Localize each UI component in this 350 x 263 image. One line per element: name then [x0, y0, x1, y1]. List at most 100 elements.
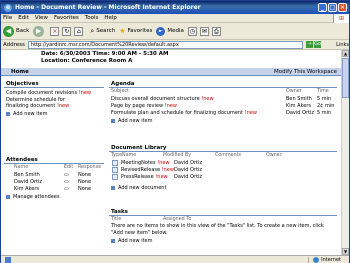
menu-edit[interactable]: Edit	[18, 15, 29, 21]
favorites-label: Favorites	[127, 28, 153, 34]
new-flag: !new	[157, 159, 170, 166]
manage-attendees-link[interactable]: Manage attendees	[4, 193, 104, 200]
objectives-title: Objectives	[4, 80, 104, 88]
objectives-part: Objectives Compile document revisions !n…	[4, 80, 104, 117]
stop-button[interactable]: ×	[50, 26, 60, 36]
menu-help[interactable]: Help	[104, 15, 117, 21]
tasks-part: Tasks Title Assigned To There are no ite…	[109, 208, 337, 244]
new-flag: !new	[244, 109, 257, 116]
go-arrow-icon: →	[306, 41, 314, 48]
add-agenda-item-link[interactable]: Add new item	[109, 117, 337, 124]
history-icon[interactable]: ◷	[187, 26, 197, 36]
zone-indicator: Internet	[308, 256, 349, 263]
attendee-row: David Ortiz ▭ None	[14, 178, 92, 185]
favorites-button[interactable]: ★ Favorites	[119, 27, 152, 35]
scroll-up-icon[interactable]: ▲	[342, 50, 349, 57]
forward-button[interactable]: ▶	[33, 25, 46, 37]
minimize-button[interactable]: _	[318, 3, 327, 12]
address-input[interactable]: http://yardinrc.msr.com/Document%20Revie…	[27, 40, 304, 49]
new-flag: !new	[155, 173, 168, 180]
word-document-icon	[112, 173, 118, 180]
attendee-row: Ben Smith ▭ None	[14, 171, 92, 178]
agenda-row: Discuss overall document structure !new …	[111, 95, 332, 102]
meeting-date: Date: 6/30/2003 Time: 9:00 AM - 5:30 AM	[41, 51, 169, 57]
agenda-header: Subject Owner Time	[111, 89, 329, 94]
windows-flag-icon: ⊞	[333, 14, 349, 23]
status-bar: Internet	[1, 255, 349, 263]
modify-workspace-link[interactable]: Modify This Workspace	[274, 69, 337, 75]
agenda-part: Agenda Subject Owner Time Discuss overal…	[109, 80, 337, 124]
tasks-empty-message: There are no items to show in this view …	[111, 223, 324, 236]
scroll-down-icon[interactable]: ▼	[342, 248, 349, 255]
word-document-icon	[112, 159, 118, 166]
print-icon[interactable]: ⎙	[211, 26, 221, 36]
address-bar: Address http://yardinrc.msr.com/Document…	[1, 40, 349, 50]
edit-icon[interactable]: ▭	[64, 179, 78, 185]
go-button[interactable]: → Go	[306, 41, 322, 48]
agenda-row: Formulate plan and schedule for finalizi…	[111, 109, 332, 116]
scroll-thumb[interactable]	[342, 58, 349, 98]
new-flag: !new	[78, 90, 91, 96]
mail-icon[interactable]: ✉	[199, 26, 209, 36]
media-icon: ►	[156, 26, 166, 36]
add-document-link[interactable]: Add new document	[109, 184, 337, 191]
add-icon	[111, 185, 115, 190]
add-icon	[111, 238, 115, 243]
refresh-button[interactable]: ↻	[62, 26, 72, 36]
done-icon	[5, 256, 11, 263]
document-library-title: Document Library	[109, 144, 337, 152]
close-button[interactable]: ×	[338, 3, 347, 12]
window-title: Home - Document Review - Microsoft Inter…	[15, 4, 201, 11]
menu-favorites[interactable]: Favorites	[54, 15, 79, 21]
edit-icon[interactable]: ▭	[64, 172, 78, 178]
internet-globe-icon	[313, 256, 320, 263]
meeting-info: Date: 6/30/2003 Time: 9:00 AM - 5:30 AM …	[41, 51, 168, 65]
document-row: RevisedRelease !new David Ortiz	[109, 166, 337, 173]
attendees-title: Attendees	[4, 156, 104, 164]
new-flag: !new	[56, 103, 70, 109]
attendee-row: Kim Akers ▭ None	[14, 185, 92, 192]
add-objective-link[interactable]: Add new item	[6, 110, 104, 117]
add-icon	[6, 111, 10, 116]
new-flag: !new	[201, 95, 214, 102]
menu-tools[interactable]: Tools	[85, 15, 99, 21]
ie-logo-icon: e	[4, 3, 12, 12]
word-document-icon	[112, 166, 118, 173]
vertical-scrollbar[interactable]: ▲ ▼	[341, 50, 349, 255]
media-button[interactable]: ► Media	[156, 26, 184, 36]
tasks-header: Title Assigned To	[111, 217, 192, 222]
search-button[interactable]: ⌕ Search	[90, 27, 115, 36]
back-label: Back	[16, 28, 30, 34]
menu-file[interactable]: File	[3, 15, 12, 21]
library-header: Type Name Modified By Comments Owner	[111, 153, 282, 158]
star-icon: ★	[119, 27, 126, 35]
links-button[interactable]: Links	[336, 42, 349, 48]
edit-icon[interactable]: ▭	[64, 186, 78, 192]
agenda-row: Page by page review !new Kim Akers 2¢ mi…	[111, 102, 335, 109]
document-row: MeetingNotes !new David Ortiz	[109, 159, 337, 166]
document-row: PressRelease !new David Ortiz	[109, 173, 337, 180]
page-viewport: Date: 6/30/2003 Time: 9:00 AM - 5:30 AM …	[1, 50, 341, 255]
search-icon: ⌕	[90, 26, 95, 35]
new-flag: !new	[164, 102, 177, 109]
manage-icon	[6, 194, 10, 199]
back-arrow-icon: ◀	[3, 25, 14, 37]
add-task-link[interactable]: Add new item	[109, 237, 337, 244]
menu-view[interactable]: View	[35, 15, 48, 21]
address-label: Address	[3, 41, 25, 48]
toolbar: ◀ Back ▶ × ↻ ⌂ ⌕ Search ★ Favorites ► Me…	[1, 23, 349, 40]
home-button[interactable]: ⌂	[74, 26, 84, 36]
attendees-part: Attendees Name Edit Response Ben Smith ▭…	[4, 156, 104, 200]
menu-bar: File Edit View Favorites Tools Help ⊞	[1, 14, 349, 23]
objective-item: Compile document revisions !new	[6, 90, 91, 96]
objective-item: Determine schedule for finalizing docume…	[6, 97, 70, 109]
forward-arrow-icon: ▶	[33, 25, 45, 37]
add-icon	[111, 118, 115, 123]
go-label: Go	[314, 41, 322, 48]
tab-home[interactable]: Home	[11, 69, 29, 75]
maximize-button[interactable]: □	[328, 3, 337, 12]
back-button[interactable]: ◀ Back	[3, 25, 30, 37]
search-label: Search	[96, 28, 116, 34]
workspace-tab-bar: Home Modify This Workspace	[1, 68, 341, 76]
attendees-header: Name Edit Response	[14, 165, 102, 170]
